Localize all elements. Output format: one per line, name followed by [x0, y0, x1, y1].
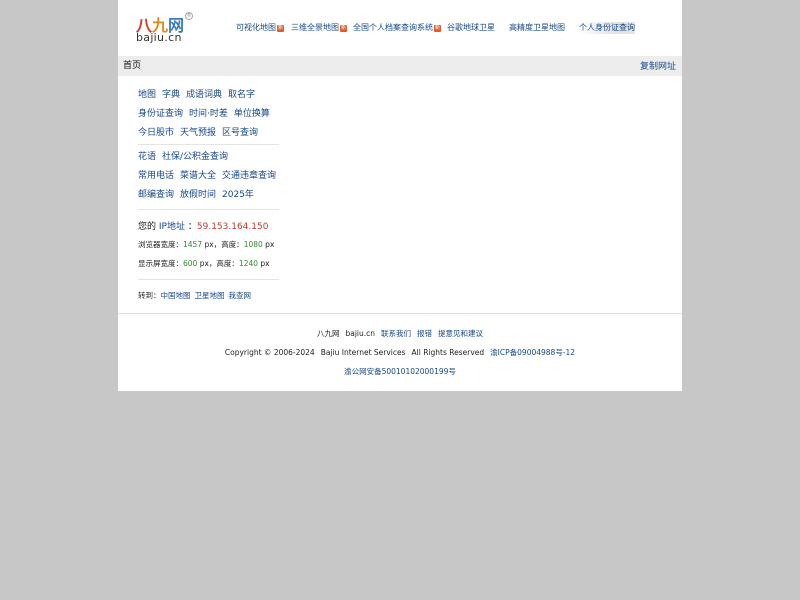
browser-height-value: 1080 — [243, 240, 263, 249]
link-idiom-dictionary[interactable]: 成语词典 — [186, 90, 222, 100]
link-2025[interactable]: 2025年 — [222, 190, 254, 200]
breadcrumb-home[interactable]: 首页 — [123, 56, 141, 76]
link-china-map[interactable]: 中国地图 — [161, 291, 191, 300]
link-holidays[interactable]: 放假时间 — [180, 190, 216, 200]
link-recipes[interactable]: 菜谱大全 — [180, 171, 216, 181]
link-naming[interactable]: 取名字 — [228, 90, 255, 100]
link-row-4: 花语 社保/公积金查询 — [138, 149, 234, 162]
company-name: Bajiu Internet Services — [320, 348, 406, 357]
goto-line: 转到：中国地图 卫星地图 我查网 — [138, 290, 255, 301]
link-traffic-violation[interactable]: 交通违章查询 — [222, 171, 276, 181]
link-weather-forecast[interactable]: 天气预报 — [180, 128, 216, 138]
link-time-difference[interactable]: 时间·时差 — [189, 109, 228, 119]
browser-size-line: 浏览器宽度：1457 px，高度：1080 px — [138, 239, 274, 250]
nav-google-earth[interactable]: 谷歌地球卫星 — [447, 22, 495, 34]
nav-label: 个人身份证查询 — [579, 23, 635, 32]
logo-domain: bajiu.cn — [136, 31, 182, 44]
browser-width-label: 浏览器宽度： — [138, 240, 183, 249]
nav-hd-satellite-map[interactable]: 高精度卫星地图 — [509, 22, 565, 34]
ip-prefix: 您的 — [138, 222, 157, 232]
site-logo[interactable]: 八九网 ® bajiu.cn — [135, 12, 193, 44]
px-unit: px — [258, 259, 270, 268]
divider — [138, 144, 279, 145]
link-satellite-map[interactable]: 卫星地图 — [195, 291, 225, 300]
contact-us-link[interactable]: 联系我们 — [381, 329, 411, 338]
nav-visual-map[interactable]: 可视化地图新 — [236, 22, 284, 34]
police-record-link[interactable]: 渝公网安备50010102000199号 — [344, 367, 456, 376]
link-common-phone[interactable]: 常用电话 — [138, 171, 174, 181]
link-row-2: 身份证查询 时间·时差 单位换算 — [138, 106, 276, 119]
screen-height-label: 高度： — [216, 259, 239, 268]
goto-label: 转到： — [138, 291, 161, 300]
nav-personal-archive-query[interactable]: 全国个人档案查询系统新 — [353, 22, 441, 34]
px-unit: px — [262, 240, 275, 249]
new-badge-icon: 新 — [277, 25, 284, 32]
nav-label: 三维全景地图 — [291, 23, 339, 32]
nav-label: 高精度卫星地图 — [509, 23, 565, 32]
link-area-code[interactable]: 区号查询 — [222, 128, 258, 138]
link-id-card-query[interactable]: 身份证查询 — [138, 109, 183, 119]
nav-label: 谷歌地球卫星 — [447, 23, 495, 32]
link-wocha[interactable]: 我查网 — [229, 291, 252, 300]
breadcrumb-bar: 首页 复制网址 — [118, 56, 682, 76]
page-container: 八九网 ® bajiu.cn 可视化地图新 三维全景地图新 全国个人档案查询系统… — [118, 0, 682, 391]
new-badge-icon: 新 — [434, 25, 441, 32]
footer-site-name: 八九网 — [316, 329, 340, 338]
copy-url-link[interactable]: 复制网址 — [640, 57, 676, 77]
link-unit-conversion[interactable]: 单位换算 — [234, 109, 270, 119]
link-row-6: 邮编查询 放假时间 2025年 — [138, 187, 260, 200]
footer-divider — [118, 313, 682, 314]
header: 八九网 ® bajiu.cn 可视化地图新 三维全景地图新 全国个人档案查询系统… — [118, 0, 682, 56]
icp-link[interactable]: 渝ICP备09004988号-12 — [490, 348, 575, 357]
divider — [138, 279, 279, 280]
footer-copyright: Copyright © 2006-2024 Bajiu Internet Serv… — [118, 347, 682, 358]
nav-3d-panorama-map[interactable]: 三维全景地图新 — [291, 22, 347, 34]
screen-height-value: 1240 — [238, 259, 259, 268]
browser-height-label: 高度： — [221, 240, 244, 249]
link-flower-language[interactable]: 花语 — [138, 152, 156, 162]
copyright-text: Copyright © 2006-2024 — [224, 348, 315, 357]
screen-width-value: 600 — [183, 259, 198, 268]
px-unit: px， — [197, 259, 217, 268]
nav-label: 全国个人档案查询系统 — [353, 23, 433, 32]
px-unit: px， — [202, 240, 222, 249]
ip-address-link[interactable]: IP地址 — [159, 222, 185, 232]
link-dictionary[interactable]: 字典 — [162, 90, 180, 100]
new-badge-icon: 新 — [340, 25, 347, 32]
nav-label: 可视化地图 — [236, 23, 276, 32]
footer-links: 八九网 bajiu.cn 联系我们 报错 提意见和建议 — [118, 328, 682, 339]
browser-width-value: 1457 — [183, 240, 203, 249]
link-social-security[interactable]: 社保/公积金查询 — [162, 152, 228, 162]
ip-colon: ： — [187, 222, 197, 232]
divider — [138, 209, 279, 210]
screen-size-line: 显示屏宽度：600 px，高度：1240 px — [138, 258, 270, 269]
footer-domain: bajiu.cn — [345, 329, 376, 338]
link-postcode[interactable]: 邮编查询 — [138, 190, 174, 200]
screen-width-label: 显示屏宽度： — [138, 259, 183, 268]
report-error-link[interactable]: 报错 — [417, 329, 432, 338]
link-map[interactable]: 地图 — [138, 90, 156, 100]
link-row-3: 今日股市 天气预报 区号查询 — [138, 125, 264, 138]
nav-id-card-query[interactable]: 个人身份证查询 — [579, 22, 635, 34]
registered-mark-icon: ® — [185, 12, 193, 20]
link-stock-market[interactable]: 今日股市 — [138, 128, 174, 138]
rights-text: All Rights Reserved — [411, 348, 485, 357]
link-row-5: 常用电话 菜谱大全 交通违章查询 — [138, 168, 282, 181]
footer-police-record: 渝公网安备50010102000199号 — [118, 366, 682, 377]
ip-address-value: 59.153.164.150 — [196, 222, 269, 232]
link-row-1: 地图 字典 成语词典 取名字 — [138, 87, 261, 100]
ip-address-line: 您的 IP地址 ：59.153.164.150 — [138, 219, 268, 232]
feedback-link[interactable]: 提意见和建议 — [438, 329, 483, 338]
